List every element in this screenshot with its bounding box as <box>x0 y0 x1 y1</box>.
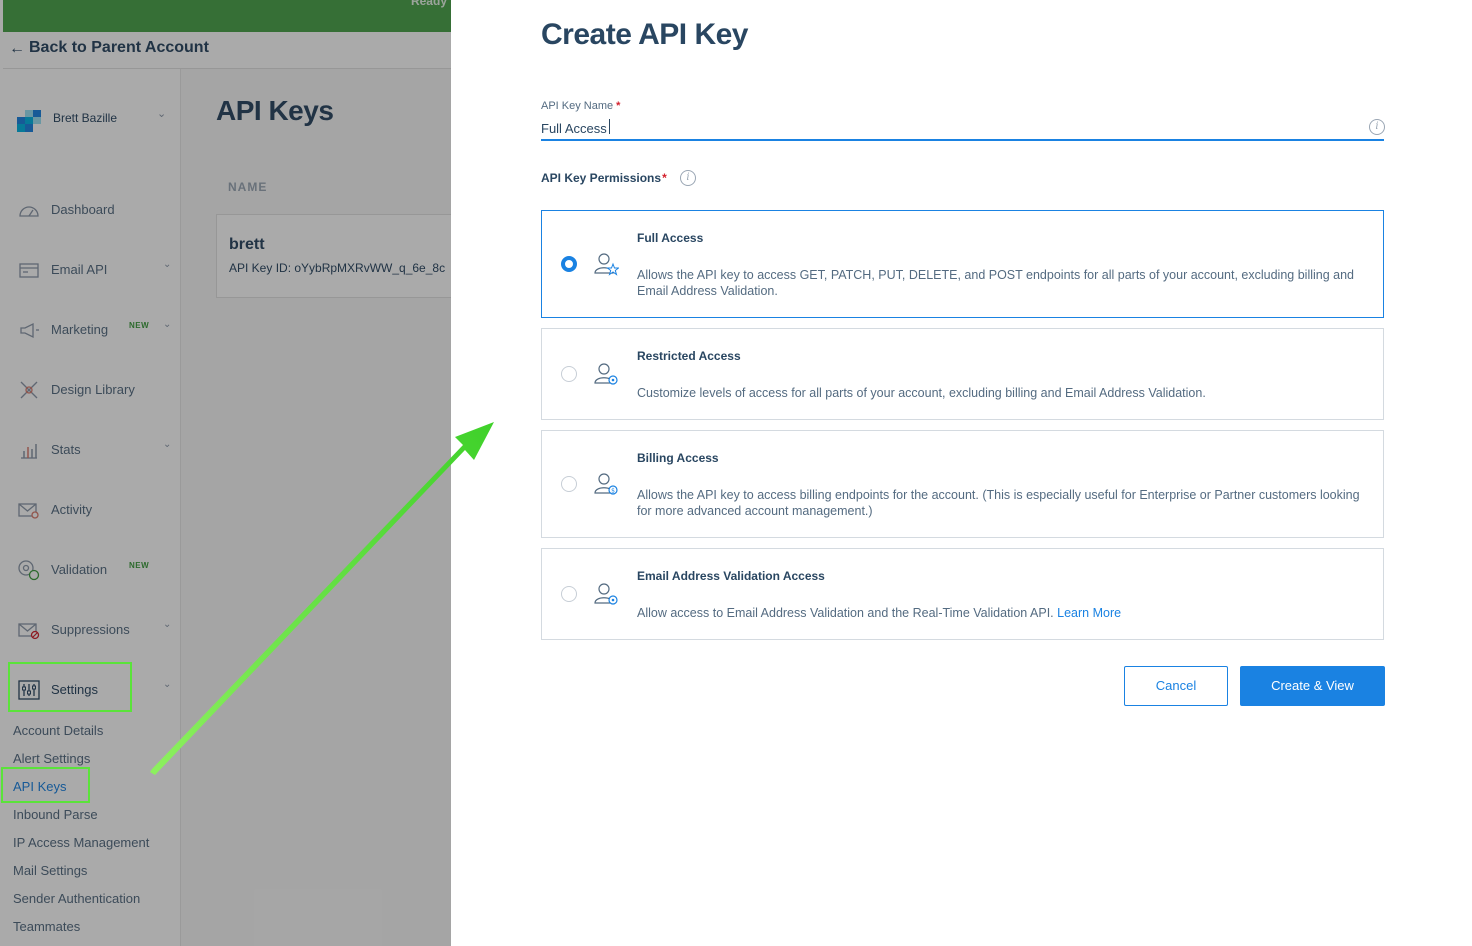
sidebar-subitem-alert-settings[interactable]: Alert Settings <box>13 751 90 766</box>
chevron-down-icon: ⌄ <box>163 619 172 630</box>
option-title: Restricted Access <box>637 349 741 363</box>
permission-option-email-validation-access[interactable]: Email Address Validation Access Allow ac… <box>541 548 1384 640</box>
permissions-label: API Key Permissions* <box>541 171 667 185</box>
option-description: Allows the API key to access billing end… <box>637 488 1360 518</box>
sidebar-item-suppressions[interactable]: Suppressions ⌄ <box>17 618 177 642</box>
api-key-row[interactable]: brett API Key ID: oYybRpMXRvWW_q_6e_8c <box>216 214 451 298</box>
sidebar-item-label: Activity <box>51 502 93 517</box>
bar-chart-icon <box>21 444 37 459</box>
learn-more-link[interactable]: Learn More <box>1057 606 1121 620</box>
permission-option-restricted-access[interactable]: Restricted Access Customize levels of ac… <box>541 328 1384 420</box>
radio-button[interactable] <box>561 366 577 382</box>
user-gear-icon <box>594 583 618 605</box>
sidebar-item-activity[interactable]: Activity <box>17 498 177 522</box>
option-description: Customize levels of access for all parts… <box>637 386 1206 400</box>
main-content: API Keys NAME brett API Key ID: oYybRpMX… <box>181 69 451 946</box>
required-mark: * <box>616 100 621 112</box>
option-description-text: Allow access to Email Address Validation… <box>637 606 1054 620</box>
back-label: Back to Parent Account <box>29 39 209 56</box>
chevron-down-icon: ⌄ <box>163 319 172 330</box>
sidebar-item-dashboard[interactable]: Dashboard <box>17 198 177 222</box>
info-icon[interactable]: i <box>1369 119 1385 135</box>
top-status-bar: Ready <box>3 0 451 32</box>
api-key-name-label: API Key Name * <box>541 100 620 112</box>
chevron-down-icon: ⌄ <box>163 439 172 450</box>
at-check-icon <box>18 560 40 581</box>
sidebar-item-marketing[interactable]: Marketing NEW ⌄ <box>17 318 177 342</box>
sidebar-subitem-account-details[interactable]: Account Details <box>13 723 103 738</box>
sidebar-subitem-ip-access-management[interactable]: IP Access Management <box>13 835 149 850</box>
sidebar-subitem-sender-authentication[interactable]: Sender Authentication <box>13 891 140 906</box>
modal-title: Create API Key <box>541 18 748 51</box>
chevron-down-icon: ⌄ <box>157 108 167 120</box>
info-icon[interactable]: i <box>680 170 696 186</box>
background-app: Ready ← Back to Parent Account Brett Baz… <box>0 0 451 946</box>
required-mark: * <box>662 171 667 185</box>
option-description: Allow access to Email Address Validation… <box>637 605 1372 621</box>
svg-text:$: $ <box>611 488 615 495</box>
option-description: Allows the API key to access GET, PATCH,… <box>637 268 1355 298</box>
permission-option-billing-access[interactable]: $ Billing Access Allows the API key to a… <box>541 430 1384 538</box>
new-badge: NEW <box>129 561 150 570</box>
text-caret <box>609 119 610 134</box>
permission-option-full-access[interactable]: Full Access Allows the API key to access… <box>541 210 1384 318</box>
mail-search-icon <box>18 503 39 519</box>
option-title: Email Address Validation Access <box>637 569 825 583</box>
sidebar-item-label: Email API <box>51 262 108 277</box>
arrow-left-icon: ← <box>9 40 25 57</box>
code-window-icon <box>19 263 39 278</box>
user-gear-icon <box>594 363 618 385</box>
create-api-key-panel: Create API Key API Key Name* i API Key P… <box>451 0 1472 946</box>
chevron-down-icon: ⌄ <box>163 259 172 270</box>
highlight-box-api-keys <box>1 767 90 803</box>
api-key-name: brett <box>229 236 265 253</box>
back-to-parent-link[interactable]: ← Back to Parent Account <box>3 32 451 69</box>
mail-block-icon <box>18 623 40 640</box>
sidebar-item-label: Marketing <box>51 322 109 337</box>
new-badge: NEW <box>129 321 150 330</box>
user-star-icon <box>594 253 619 276</box>
sidebar-item-validation[interactable]: Validation NEW <box>17 558 177 582</box>
megaphone-icon <box>20 322 39 339</box>
cancel-button[interactable]: Cancel <box>1124 666 1228 706</box>
user-name: Brett Bazille <box>53 111 118 125</box>
radio-button[interactable] <box>561 586 577 602</box>
highlight-box-settings <box>8 662 132 712</box>
sidebar-item-design-library[interactable]: Design Library <box>17 378 177 402</box>
sidebar-item-label: Suppressions <box>51 622 130 637</box>
sidebar-item-label: Stats <box>51 442 81 457</box>
sidebar-item-label: Validation <box>51 562 108 577</box>
option-title: Billing Access <box>637 451 719 465</box>
company-logo-icon <box>17 110 41 132</box>
sidebar-item-email-api[interactable]: Email API ⌄ <box>17 258 177 282</box>
column-header-name: NAME <box>228 180 268 194</box>
chevron-up-icon: ⌄ <box>163 679 172 690</box>
sidebar-subitem-teammates[interactable]: Teammates <box>13 919 80 934</box>
page-title: API Keys <box>216 95 334 126</box>
user-dollar-icon: $ <box>594 473 618 495</box>
radio-button[interactable] <box>561 256 577 272</box>
option-title: Full Access <box>637 231 704 245</box>
permissions-label-text: API Key Permissions <box>541 171 662 185</box>
sidebar: Brett Bazille ⌄ Dashboard Email API ⌄ Ma… <box>3 69 181 946</box>
gauge-icon <box>19 206 39 217</box>
design-tools-icon <box>20 381 38 399</box>
api-key-name-label-text: API Key Name <box>541 100 614 112</box>
sidebar-item-stats[interactable]: Stats ⌄ <box>17 438 177 462</box>
radio-button[interactable] <box>561 476 577 492</box>
create-and-view-button[interactable]: Create & View <box>1240 666 1385 706</box>
sidebar-item-label: Design Library <box>51 382 135 397</box>
sidebar-subitem-mail-settings[interactable]: Mail Settings <box>13 863 87 878</box>
status-text: Ready <box>410 0 447 8</box>
api-key-name-input[interactable] <box>541 117 1384 141</box>
api-key-id: API Key ID: oYybRpMXRvWW_q_6e_8c <box>229 261 446 275</box>
sidebar-subitem-inbound-parse[interactable]: Inbound Parse <box>13 807 98 822</box>
sidebar-item-label: Dashboard <box>51 202 115 217</box>
user-menu[interactable]: Brett Bazille ⌄ <box>17 107 177 132</box>
